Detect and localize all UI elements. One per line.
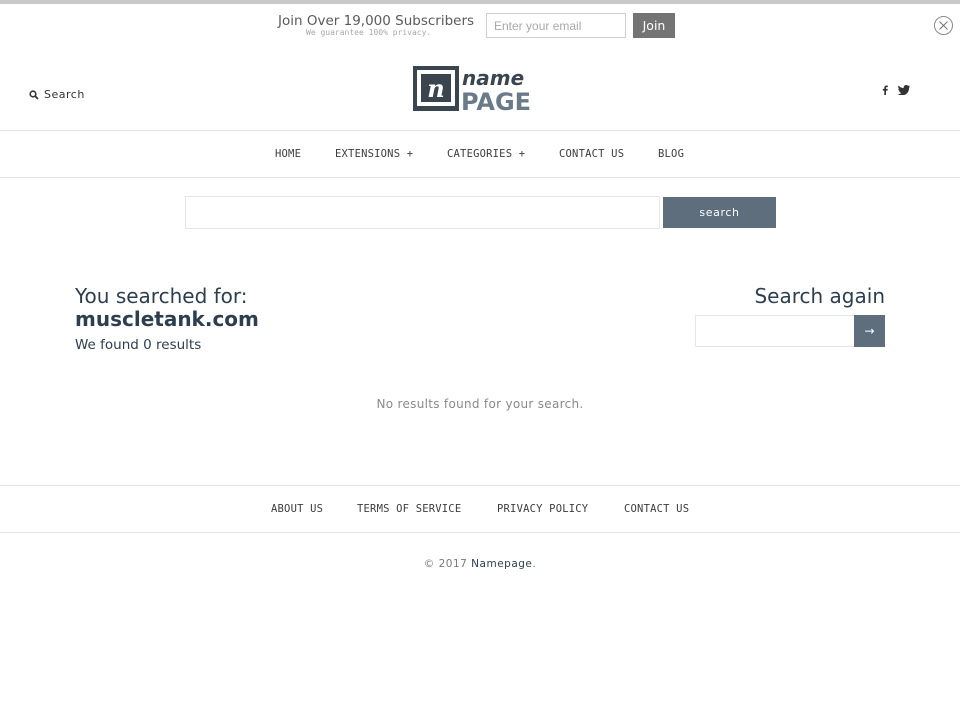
newsletter-title: Join Over 19,000 Subscribers (278, 13, 475, 29)
facebook-icon[interactable] (882, 85, 888, 95)
footer-link-about-us[interactable]: ABOUT US (271, 503, 323, 515)
nav-item-contact-us[interactable]: CONTACT US (559, 148, 624, 160)
footer-link-contact-us[interactable]: CONTACT US (624, 503, 689, 515)
social-links (882, 85, 911, 95)
results-count: We found 0 results (75, 337, 202, 353)
nav-item-categories[interactable]: CATEGORIES + (447, 148, 525, 160)
newsletter-join-button[interactable]: Join (633, 13, 675, 38)
logo-word-page: PAGE (461, 88, 531, 112)
newsletter-bar: Join Over 19,000 Subscribers We guarante… (0, 4, 960, 50)
nav-item-extensions[interactable]: EXTENSIONS + (335, 148, 413, 160)
main-search-button[interactable]: search (663, 197, 776, 228)
header-search-link[interactable]: Search (29, 85, 85, 104)
copyright-prefix: © 2017 (423, 558, 468, 570)
search-again-button[interactable]: → (854, 315, 885, 347)
search-again-title: Search again (754, 284, 885, 308)
main-nav: HOME EXTENSIONS + CATEGORIES + CONTACT U… (0, 130, 960, 178)
results-heading: You searched for: (75, 284, 248, 308)
newsletter-email-input[interactable] (486, 13, 626, 38)
copyright: © 2017 Namepage. (0, 558, 960, 570)
search-again-input[interactable] (695, 315, 855, 347)
copyright-suffix: . (532, 558, 537, 570)
header-search-label: Search (44, 88, 85, 101)
nav-item-home[interactable]: HOME (275, 148, 301, 160)
footer-link-privacy[interactable]: PRIVACY POLICY (497, 503, 588, 515)
no-results-message: No results found for your search. (376, 397, 584, 411)
newsletter-subtitle: We guarantee 100% privacy. (306, 28, 432, 37)
site-logo[interactable]: n name PAGE (412, 64, 550, 116)
footer-link-terms[interactable]: TERMS OF SERVICE (357, 503, 461, 515)
footer-nav: ABOUT US TERMS OF SERVICE PRIVACY POLICY… (0, 485, 960, 533)
main-search-input[interactable] (185, 196, 660, 229)
close-icon[interactable] (934, 16, 953, 35)
search-query: muscletank.com (75, 307, 259, 331)
logo-word-name: name (462, 66, 524, 90)
logo-mark: n (427, 74, 444, 103)
footer-brand-link[interactable]: Namepage (471, 558, 532, 570)
search-icon (29, 85, 39, 104)
nav-item-blog[interactable]: BLOG (658, 148, 684, 160)
twitter-icon[interactable] (898, 85, 911, 95)
